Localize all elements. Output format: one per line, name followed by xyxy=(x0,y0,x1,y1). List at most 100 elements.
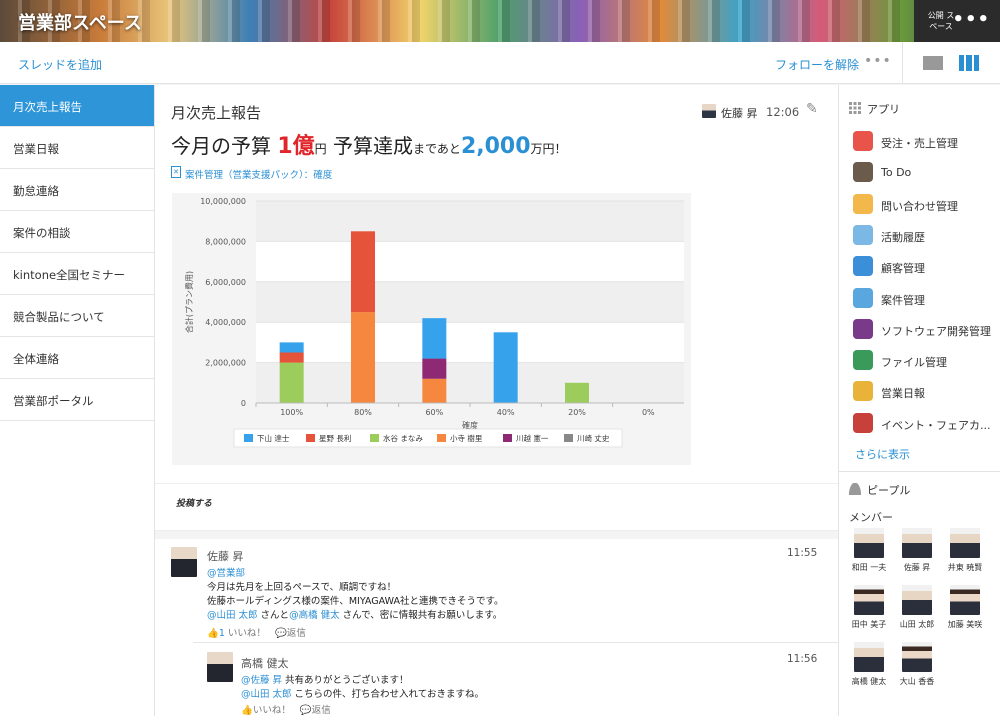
comment-text: さんと xyxy=(257,610,290,621)
headline-text-2: 予算達成 xyxy=(333,134,414,158)
sidebar-thread-item[interactable]: 競合製品について xyxy=(0,295,154,337)
chart-svg: 0 2,000,000 4,000,000 6,000,000 8,000,000 10,… xyxy=(184,197,684,448)
member-card[interactable]: 加藤 美咲 xyxy=(945,585,985,635)
apps-heading: アプリ xyxy=(849,101,900,117)
add-thread-link[interactable]: スレッドを追加 xyxy=(18,56,102,73)
member-card[interactable]: 大山 香香 xyxy=(897,642,937,692)
member-avatar xyxy=(902,585,932,615)
thread-more-icon[interactable]: ••• xyxy=(864,53,892,69)
grid-band xyxy=(256,281,684,323)
like-button[interactable]: いいね！ xyxy=(228,628,266,639)
sidebar-thread-item[interactable]: 勤怠連絡 xyxy=(0,169,154,211)
legend-swatch xyxy=(306,434,315,442)
bar-segment xyxy=(565,382,589,403)
reply-text: 共有ありがとうございます！ xyxy=(282,675,409,686)
legend-swatch xyxy=(503,434,512,442)
bar-segment xyxy=(351,231,375,313)
legend-label: 小寺 樹里 xyxy=(450,433,483,443)
comment-actions: 👍1 いいね！ 💬返信 xyxy=(207,625,306,639)
single-column-layout-icon[interactable] xyxy=(923,56,943,70)
people-heading: ピープル xyxy=(849,482,910,498)
comment-line: 今月は先月を上回るペースで、順調ですね！ xyxy=(207,582,397,593)
app-label: 問い合わせ管理 xyxy=(881,199,958,213)
x-tick-label: 80% xyxy=(354,408,372,417)
headline-text-1: 今月の予算 xyxy=(171,134,271,158)
comment-avatar[interactable] xyxy=(171,547,197,577)
thread-sidebar: 月次売上報告 営業日報 勤怠連絡 案件の相談 kintone全国セミナー 競合製品について… xyxy=(0,85,155,716)
customer-icon xyxy=(853,256,873,277)
member-card[interactable]: 井東 暁賢 xyxy=(945,528,985,578)
unfollow-link[interactable]: フォローを解除 xyxy=(775,56,859,73)
reply-icon[interactable]: 💬 xyxy=(300,705,312,716)
calendar-icon xyxy=(853,412,873,433)
sidebar-thread-item[interactable]: 月次売上報告 xyxy=(0,85,154,127)
post-composer[interactable]: 投稿する xyxy=(155,483,838,531)
member-name: 田中 美子 xyxy=(851,620,887,629)
thread-author[interactable]: 佐藤 昇 xyxy=(721,105,758,121)
sidebar-thread-item[interactable]: 全体連絡 xyxy=(0,337,154,379)
apps-grid-icon xyxy=(849,102,861,114)
legend-swatch xyxy=(564,434,573,442)
author-avatar[interactable] xyxy=(702,104,716,118)
reply-avatar[interactable] xyxy=(207,652,233,682)
todo-icon xyxy=(853,162,873,183)
reply-author[interactable]: 高橋 健太 xyxy=(241,655,289,671)
like-icon[interactable]: 👍 xyxy=(241,705,253,716)
reply-icon[interactable]: 💬 xyxy=(275,628,287,639)
app-label: 活動履歴 xyxy=(881,230,925,244)
like-count[interactable]: 1 xyxy=(219,628,225,639)
edit-icon[interactable]: ✎ xyxy=(806,101,822,117)
file-icon xyxy=(853,350,873,371)
like-button[interactable]: いいね！ xyxy=(253,705,291,716)
app-record-icon: ✕ xyxy=(171,166,181,178)
apps-heading-label: アプリ xyxy=(867,103,900,116)
mention-link[interactable]: @佐藤 昇 xyxy=(241,675,282,686)
comment-author[interactable]: 佐藤 昇 xyxy=(207,548,244,564)
mention-link[interactable]: @営業部 xyxy=(207,568,245,579)
member-name: 佐藤 昇 xyxy=(903,563,931,572)
member-name: 高橋 健太 xyxy=(851,677,887,686)
sidebar-thread-item[interactable]: 営業日報 xyxy=(0,127,154,169)
thread-title: 月次売上報告 xyxy=(171,104,262,122)
y-tick-label: 0 xyxy=(241,399,246,408)
app-label: 顧客管理 xyxy=(881,262,925,276)
budget-amount: 1億 xyxy=(277,134,315,159)
show-more-apps-link[interactable]: さらに表示 xyxy=(855,446,910,462)
bar-segment xyxy=(351,312,375,403)
sidebar-thread-item[interactable]: kintone全国セミナー xyxy=(0,253,154,295)
y-tick-label: 10,000,000 xyxy=(200,197,246,206)
mention-link[interactable]: @高橋 健太 xyxy=(289,610,340,621)
reply-separator xyxy=(193,642,838,643)
member-card[interactable]: 高橋 健太 xyxy=(849,642,889,692)
remaining-amount: 2,000 xyxy=(460,134,531,159)
right-sidebar: アプリ 受注・売上管理 To Do 問い合わせ管理 活動履歴 顧客管理 案件管理 ソフトウェ… xyxy=(838,85,1000,716)
member-card[interactable]: 田中 美子 xyxy=(849,585,889,635)
reply-button[interactable]: 返信 xyxy=(312,705,331,716)
member-name: 和田 一夫 xyxy=(851,563,887,572)
app-label: ファイル管理 xyxy=(881,356,947,370)
reply-button[interactable]: 返信 xyxy=(287,628,306,639)
bar-segment xyxy=(422,358,447,379)
space-title[interactable]: 営業部スペース xyxy=(18,9,142,35)
three-column-layout-icon[interactable] xyxy=(959,55,979,71)
space-menu-area: 公開 スペース ••• xyxy=(914,0,1000,42)
mention-link[interactable]: @山田 太郎 xyxy=(241,689,292,700)
app-label: 案件管理 xyxy=(881,293,925,307)
member-card[interactable]: 佐藤 昇 xyxy=(897,528,937,578)
members-heading: メンバー xyxy=(849,511,893,524)
headline-text-3: まであと xyxy=(413,142,461,156)
space-more-icon[interactable]: ••• xyxy=(952,9,990,30)
stacked-bar-chart: 0 2,000,000 4,000,000 6,000,000 8,000,000 10,… xyxy=(172,193,691,465)
app-label: 営業日報 xyxy=(881,387,925,401)
sidebar-thread-item[interactable]: 営業部ポータル xyxy=(0,379,154,421)
sidebar-thread-item[interactable]: 案件の相談 xyxy=(0,211,154,253)
app-label: イベント・フェアカ... xyxy=(881,418,991,432)
member-card[interactable]: 和田 一夫 xyxy=(849,528,889,578)
bar-segment xyxy=(279,342,304,353)
space-header-banner: 営業部スペース 公開 スペース ••• xyxy=(0,0,1000,42)
legend-label: 川越 憲一 xyxy=(516,433,549,443)
like-icon[interactable]: 👍 xyxy=(207,628,219,639)
member-card[interactable]: 山田 太郎 xyxy=(897,585,937,635)
chart-source-link[interactable]: 案件管理（営業支援パック）：確度 xyxy=(185,167,332,181)
mention-link[interactable]: @山田 太郎 xyxy=(207,610,258,621)
